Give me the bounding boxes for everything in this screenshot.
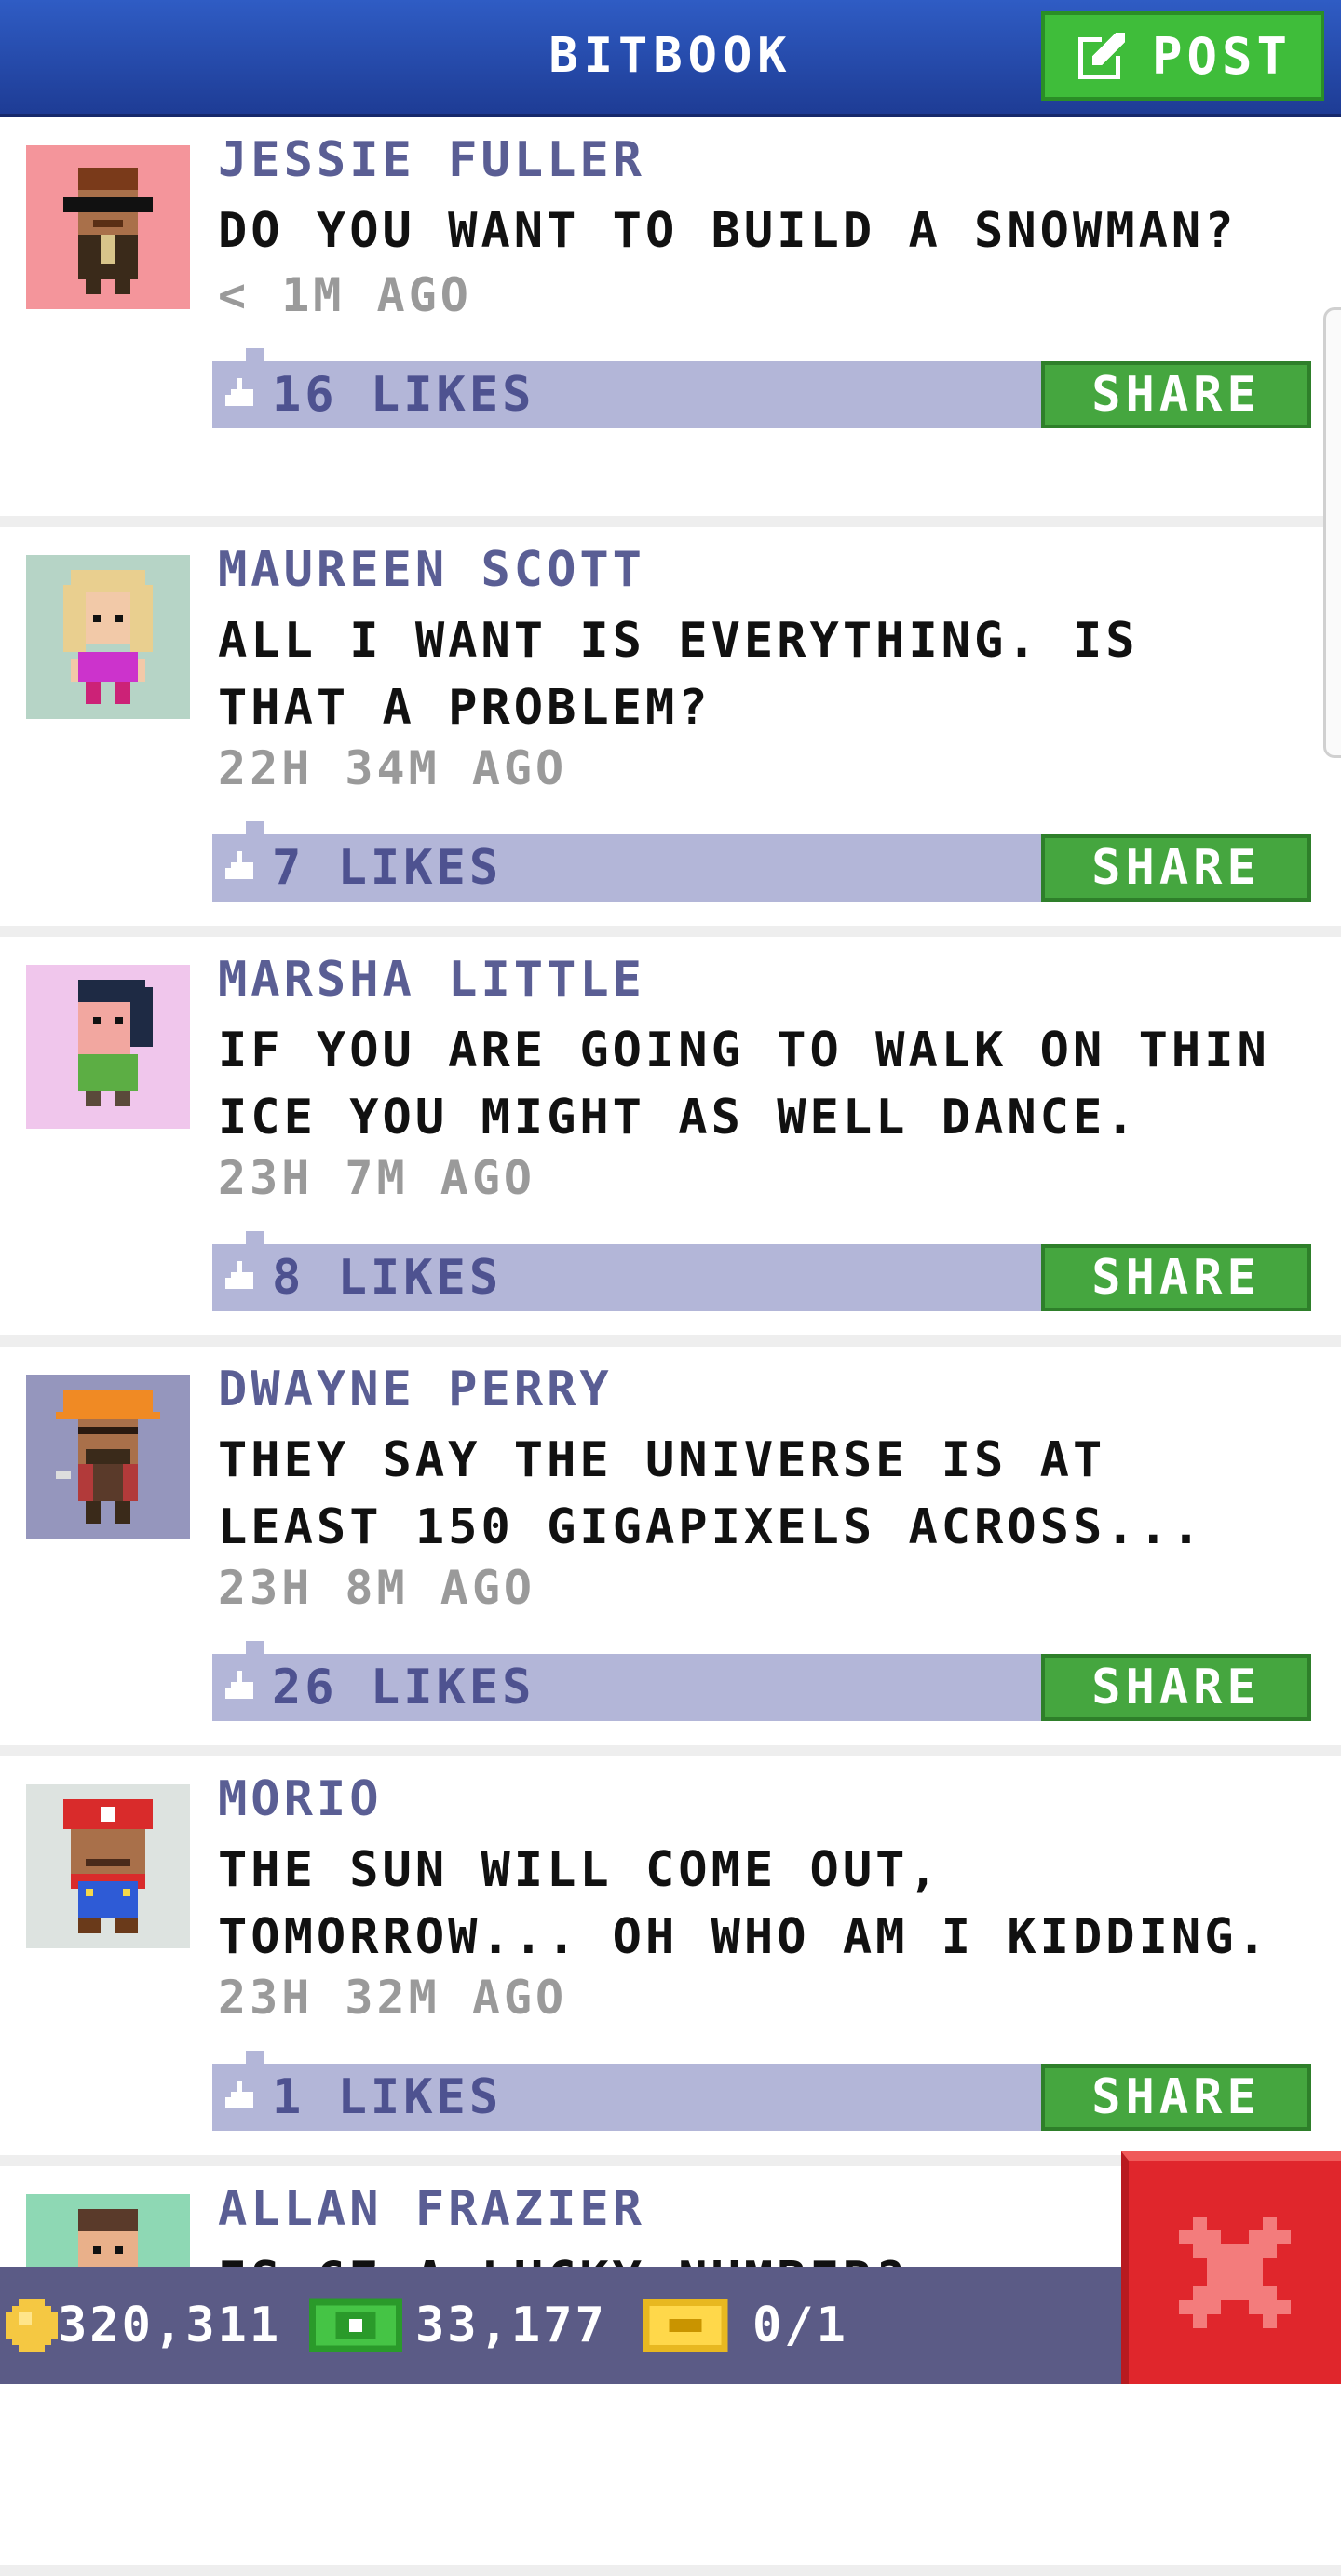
likes-label: 7 LIKES xyxy=(272,840,503,896)
post-button-label: POST xyxy=(1151,26,1293,86)
bux-icon xyxy=(309,2298,402,2352)
post-button[interactable]: POST xyxy=(1041,11,1324,101)
post-time: 22H 34M AGO xyxy=(218,741,568,795)
likes-label: 1 LIKES xyxy=(272,2069,503,2125)
share-button[interactable]: SHARE xyxy=(1041,2064,1311,2131)
post-time: 23H 32M AGO xyxy=(218,1971,568,2025)
likes-label: 26 LIKES xyxy=(272,1660,535,1715)
likes-count: 16 LIKES xyxy=(225,361,535,428)
likes-bar: 8 LIKES SHARE xyxy=(212,1231,1311,1311)
coin-icon xyxy=(6,2299,58,2352)
feed-post: MARSHA LITTLE IF YOU ARE GOING TO WALK O… xyxy=(0,937,1341,1347)
post-time: < 1M AGO xyxy=(218,268,472,322)
coins-stat: 320,311 xyxy=(6,2267,281,2384)
post-author: MARSHA LITTLE xyxy=(218,952,645,1008)
bux-stat: 33,177 xyxy=(309,2267,607,2384)
avatar[interactable] xyxy=(26,1784,190,1948)
ticket-icon xyxy=(643,2299,728,2352)
post-text: THEY SAY THE UNIVERSE IS AT LEAST 150 GI… xyxy=(218,1432,1205,1555)
likes-bar: 7 LIKES SHARE xyxy=(212,821,1311,902)
post-author: ALLAN FRAZIER xyxy=(218,2181,645,2237)
feed-post: JESSIE FULLER DO YOU WANT TO BUILD A SNO… xyxy=(0,117,1341,527)
top-bar: BITBOOK POST xyxy=(0,0,1341,117)
likes-label: 16 LIKES xyxy=(272,367,535,423)
thumbs-up-icon xyxy=(225,1261,253,1289)
avatar[interactable] xyxy=(26,965,190,1129)
avatar[interactable] xyxy=(26,555,190,719)
share-button[interactable]: SHARE xyxy=(1041,1244,1311,1311)
avatar[interactable] xyxy=(26,1375,190,1539)
likes-count: 7 LIKES xyxy=(225,834,502,902)
share-button[interactable]: SHARE xyxy=(1041,834,1311,902)
post-text: THE SUN WILL COME OUT, TOMORROW... OH WH… xyxy=(218,1842,1270,1965)
edit-icon xyxy=(1077,33,1125,79)
thumbs-up-icon xyxy=(225,378,253,406)
close-button[interactable] xyxy=(1121,2151,1341,2384)
post-author: JESSIE FULLER xyxy=(218,132,645,188)
likes-bar: 16 LIKES SHARE xyxy=(212,348,1311,428)
thumbs-up-icon xyxy=(225,1671,253,1699)
post-text: DO YOU WANT TO BUILD A SNOWMAN? xyxy=(218,203,1238,259)
post-author: MAUREEN SCOTT xyxy=(218,542,645,598)
tickets-stat: 0/1 xyxy=(643,2267,848,2384)
share-button[interactable]: SHARE xyxy=(1041,361,1311,428)
post-text: IF YOU ARE GOING TO WALK ON THIN ICE YOU… xyxy=(218,1023,1270,1146)
feed-post: MAUREEN SCOTT ALL I WANT IS EVERYTHING. … xyxy=(0,527,1341,937)
likes-label: 8 LIKES xyxy=(272,1250,503,1306)
close-icon xyxy=(1179,2217,1291,2328)
likes-count: 26 LIKES xyxy=(225,1654,535,1721)
post-author: DWAYNE PERRY xyxy=(218,1362,613,1417)
coins-value: 320,311 xyxy=(58,2298,282,2353)
post-time: 23H 7M AGO xyxy=(218,1151,536,1205)
bux-value: 33,177 xyxy=(415,2298,607,2353)
avatar[interactable] xyxy=(26,145,190,309)
likes-bar: 1 LIKES SHARE xyxy=(212,2051,1311,2131)
feed-post: MORIO THE SUN WILL COME OUT, TOMORROW...… xyxy=(0,1756,1341,2166)
tickets-value: 0/1 xyxy=(752,2298,848,2353)
likes-count: 1 LIKES xyxy=(225,2064,502,2131)
post-author: MORIO xyxy=(218,1771,383,1827)
post-text: ALL I WANT IS EVERYTHING. IS THAT A PROB… xyxy=(218,613,1139,736)
likes-count: 8 LIKES xyxy=(225,1244,502,1311)
share-button[interactable]: SHARE xyxy=(1041,1654,1311,1721)
post-time: 23H 8M AGO xyxy=(218,1561,536,1615)
feed-post: DWAYNE PERRY THEY SAY THE UNIVERSE IS AT… xyxy=(0,1347,1341,1756)
thumbs-up-icon xyxy=(225,851,253,879)
scrollbar[interactable] xyxy=(1323,307,1341,758)
thumbs-up-icon xyxy=(225,2081,253,2108)
likes-bar: 26 LIKES SHARE xyxy=(212,1641,1311,1721)
